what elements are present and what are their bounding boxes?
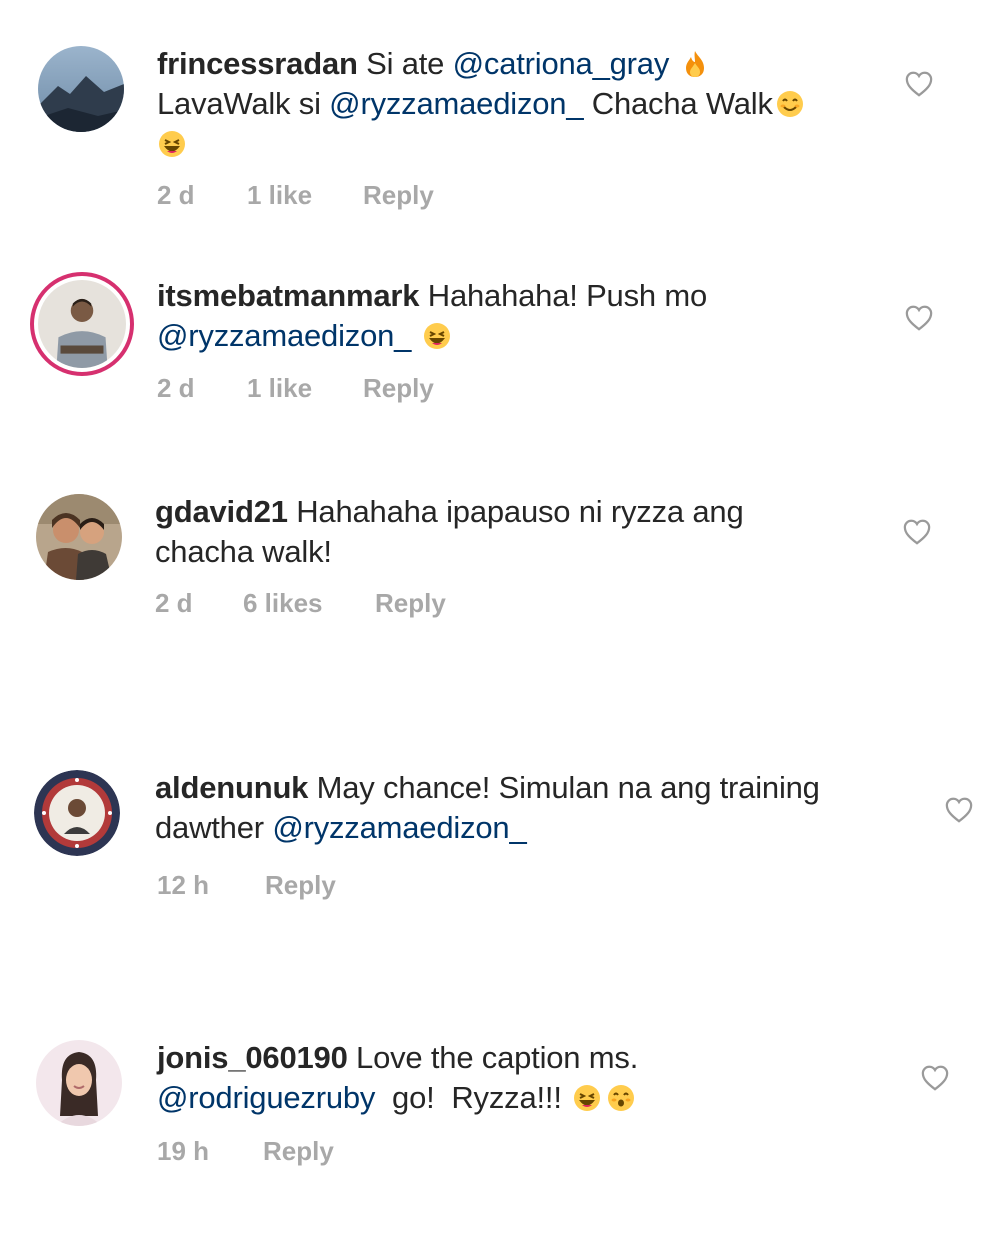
comment-body: go! Ryzza!!! <box>375 1080 562 1115</box>
like-heart-icon[interactable] <box>944 796 974 824</box>
comment-timestamp: 2 d <box>157 373 195 403</box>
reply-button[interactable]: Reply <box>263 1136 334 1166</box>
comment-body: Hahahaha! Push mo <box>427 278 707 313</box>
like-heart-icon[interactable] <box>904 304 934 332</box>
grinning-emoji-icon <box>422 321 452 351</box>
comment-text: jonis_060190 Love the caption ms. @rodri… <box>157 1038 877 1118</box>
comment-timestamp: 12 h <box>157 870 210 900</box>
comment-timestamp: 2 d <box>155 588 193 618</box>
comment-username[interactable]: itsmebatmanmark <box>157 278 420 313</box>
reply-button[interactable]: Reply <box>363 180 434 210</box>
comment-timestamp: 2 d <box>157 180 195 210</box>
avatar-image <box>38 280 126 368</box>
comment-body: LavaWalk si <box>157 86 330 121</box>
mention-link[interactable]: @rodriguezruby <box>157 1080 375 1115</box>
fire-emoji-icon <box>680 49 710 79</box>
comment-timestamp: 19 h <box>157 1136 210 1166</box>
comment-username[interactable]: jonis_060190 <box>157 1040 348 1075</box>
comment-username[interactable]: frincessradan <box>157 46 358 81</box>
comment-username[interactable]: gdavid21 <box>155 494 288 529</box>
comment-body: chacha walk! <box>155 534 332 569</box>
grinning-emoji-icon <box>157 129 187 159</box>
kissing-emoji-icon <box>606 1083 636 1113</box>
comment-text: frincessradan Si ate @catriona_gray Lava… <box>157 44 877 164</box>
comment-username[interactable]: aldenunuk <box>155 770 308 805</box>
comment-body: Hahahaha ipapauso ni ryzza ang <box>296 494 744 529</box>
reply-button[interactable]: Reply <box>375 588 446 618</box>
avatar[interactable] <box>30 272 134 376</box>
grinning-emoji-icon <box>572 1083 602 1113</box>
mention-link[interactable]: @ryzzamaedizon_ <box>157 318 411 353</box>
comment-body: Love the caption ms. <box>356 1040 639 1075</box>
comment-body: May chance! Simulan na ang training <box>316 770 820 805</box>
comment-text: aldenunuk May chance! Simulan na ang tra… <box>155 768 935 848</box>
avatar[interactable] <box>36 1040 122 1126</box>
avatar[interactable] <box>34 770 120 856</box>
comment-body: Si ate <box>366 46 453 81</box>
like-count[interactable]: 1 like <box>247 180 312 210</box>
avatar-image <box>36 494 122 580</box>
avatar-image <box>36 1040 122 1126</box>
reply-button[interactable]: Reply <box>265 870 336 900</box>
blush-emoji-icon <box>775 89 805 119</box>
mention-link[interactable]: @ryzzamaedizon_ <box>272 810 526 845</box>
like-heart-icon[interactable] <box>902 518 932 546</box>
comment-text: gdavid21 Hahahaha ipapauso ni ryzza ang … <box>155 492 895 572</box>
like-count[interactable]: 6 likes <box>243 588 323 618</box>
mention-link[interactable]: @catriona_gray <box>453 46 670 81</box>
like-heart-icon[interactable] <box>920 1064 950 1092</box>
avatar[interactable] <box>38 46 124 132</box>
comment-body: Chacha Walk <box>583 86 773 121</box>
mention-link[interactable]: @ryzzamaedizon_ <box>329 86 583 121</box>
like-count[interactable]: 1 like <box>247 373 312 403</box>
avatar[interactable] <box>36 494 122 580</box>
like-heart-icon[interactable] <box>904 70 934 98</box>
comment-body: dawther <box>155 810 273 845</box>
avatar-image <box>38 46 124 132</box>
avatar-image <box>34 770 120 856</box>
reply-button[interactable]: Reply <box>363 373 434 403</box>
comment-text: itsmebatmanmark Hahahaha! Push mo @ryzza… <box>157 276 877 356</box>
